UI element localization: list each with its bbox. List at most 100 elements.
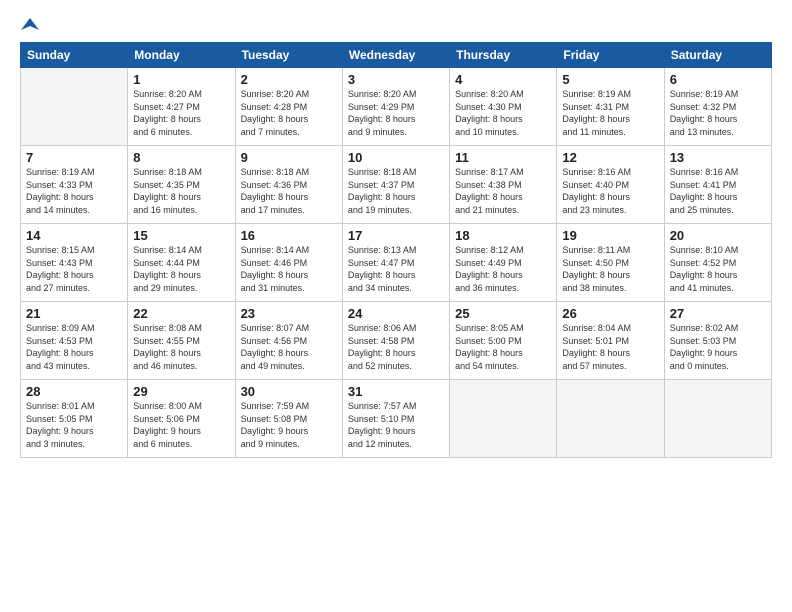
day-of-week-header: Monday bbox=[128, 43, 235, 68]
day-number: 16 bbox=[241, 228, 337, 243]
day-number: 23 bbox=[241, 306, 337, 321]
day-number: 14 bbox=[26, 228, 122, 243]
calendar-day-cell: 14Sunrise: 8:15 AM Sunset: 4:43 PM Dayli… bbox=[21, 224, 128, 302]
day-number: 21 bbox=[26, 306, 122, 321]
day-info: Sunrise: 8:09 AM Sunset: 4:53 PM Dayligh… bbox=[26, 322, 122, 372]
calendar-day-cell: 9Sunrise: 8:18 AM Sunset: 4:36 PM Daylig… bbox=[235, 146, 342, 224]
calendar-day-cell: 1Sunrise: 8:20 AM Sunset: 4:27 PM Daylig… bbox=[128, 68, 235, 146]
calendar-day-cell: 31Sunrise: 7:57 AM Sunset: 5:10 PM Dayli… bbox=[342, 380, 449, 458]
page: SundayMondayTuesdayWednesdayThursdayFrid… bbox=[0, 0, 792, 468]
calendar-day-cell: 12Sunrise: 8:16 AM Sunset: 4:40 PM Dayli… bbox=[557, 146, 664, 224]
day-number: 1 bbox=[133, 72, 229, 87]
calendar-day-cell: 5Sunrise: 8:19 AM Sunset: 4:31 PM Daylig… bbox=[557, 68, 664, 146]
calendar-day-cell: 8Sunrise: 8:18 AM Sunset: 4:35 PM Daylig… bbox=[128, 146, 235, 224]
day-number: 2 bbox=[241, 72, 337, 87]
day-number: 30 bbox=[241, 384, 337, 399]
logo-bird-icon bbox=[21, 16, 39, 34]
calendar-day-cell: 28Sunrise: 8:01 AM Sunset: 5:05 PM Dayli… bbox=[21, 380, 128, 458]
day-info: Sunrise: 8:05 AM Sunset: 5:00 PM Dayligh… bbox=[455, 322, 551, 372]
calendar-week-row: 21Sunrise: 8:09 AM Sunset: 4:53 PM Dayli… bbox=[21, 302, 772, 380]
day-number: 20 bbox=[670, 228, 766, 243]
day-info: Sunrise: 8:14 AM Sunset: 4:44 PM Dayligh… bbox=[133, 244, 229, 294]
calendar-day-cell: 3Sunrise: 8:20 AM Sunset: 4:29 PM Daylig… bbox=[342, 68, 449, 146]
day-number: 9 bbox=[241, 150, 337, 165]
calendar-day-cell: 25Sunrise: 8:05 AM Sunset: 5:00 PM Dayli… bbox=[450, 302, 557, 380]
calendar-day-cell: 7Sunrise: 8:19 AM Sunset: 4:33 PM Daylig… bbox=[21, 146, 128, 224]
day-number: 12 bbox=[562, 150, 658, 165]
calendar-week-row: 1Sunrise: 8:20 AM Sunset: 4:27 PM Daylig… bbox=[21, 68, 772, 146]
day-number: 29 bbox=[133, 384, 229, 399]
day-number: 31 bbox=[348, 384, 444, 399]
day-info: Sunrise: 8:13 AM Sunset: 4:47 PM Dayligh… bbox=[348, 244, 444, 294]
day-info: Sunrise: 8:19 AM Sunset: 4:31 PM Dayligh… bbox=[562, 88, 658, 138]
calendar-day-cell: 17Sunrise: 8:13 AM Sunset: 4:47 PM Dayli… bbox=[342, 224, 449, 302]
calendar-day-cell: 20Sunrise: 8:10 AM Sunset: 4:52 PM Dayli… bbox=[664, 224, 771, 302]
calendar-day-cell: 11Sunrise: 8:17 AM Sunset: 4:38 PM Dayli… bbox=[450, 146, 557, 224]
calendar-day-cell: 13Sunrise: 8:16 AM Sunset: 4:41 PM Dayli… bbox=[664, 146, 771, 224]
day-info: Sunrise: 8:12 AM Sunset: 4:49 PM Dayligh… bbox=[455, 244, 551, 294]
calendar-day-cell: 23Sunrise: 8:07 AM Sunset: 4:56 PM Dayli… bbox=[235, 302, 342, 380]
day-number: 8 bbox=[133, 150, 229, 165]
day-number: 4 bbox=[455, 72, 551, 87]
calendar-day-cell: 24Sunrise: 8:06 AM Sunset: 4:58 PM Dayli… bbox=[342, 302, 449, 380]
day-info: Sunrise: 8:16 AM Sunset: 4:41 PM Dayligh… bbox=[670, 166, 766, 216]
day-info: Sunrise: 8:06 AM Sunset: 4:58 PM Dayligh… bbox=[348, 322, 444, 372]
day-info: Sunrise: 8:11 AM Sunset: 4:50 PM Dayligh… bbox=[562, 244, 658, 294]
calendar-header-row: SundayMondayTuesdayWednesdayThursdayFrid… bbox=[21, 43, 772, 68]
day-info: Sunrise: 8:16 AM Sunset: 4:40 PM Dayligh… bbox=[562, 166, 658, 216]
calendar-day-cell: 15Sunrise: 8:14 AM Sunset: 4:44 PM Dayli… bbox=[128, 224, 235, 302]
day-of-week-header: Tuesday bbox=[235, 43, 342, 68]
calendar-day-cell: 16Sunrise: 8:14 AM Sunset: 4:46 PM Dayli… bbox=[235, 224, 342, 302]
day-number: 25 bbox=[455, 306, 551, 321]
day-number: 27 bbox=[670, 306, 766, 321]
day-of-week-header: Saturday bbox=[664, 43, 771, 68]
day-info: Sunrise: 8:07 AM Sunset: 4:56 PM Dayligh… bbox=[241, 322, 337, 372]
day-number: 6 bbox=[670, 72, 766, 87]
calendar-day-cell: 22Sunrise: 8:08 AM Sunset: 4:55 PM Dayli… bbox=[128, 302, 235, 380]
calendar-day-cell: 30Sunrise: 7:59 AM Sunset: 5:08 PM Dayli… bbox=[235, 380, 342, 458]
day-number: 7 bbox=[26, 150, 122, 165]
day-number: 26 bbox=[562, 306, 658, 321]
calendar-day-cell: 4Sunrise: 8:20 AM Sunset: 4:30 PM Daylig… bbox=[450, 68, 557, 146]
calendar-day-cell bbox=[557, 380, 664, 458]
day-info: Sunrise: 8:01 AM Sunset: 5:05 PM Dayligh… bbox=[26, 400, 122, 450]
day-info: Sunrise: 8:08 AM Sunset: 4:55 PM Dayligh… bbox=[133, 322, 229, 372]
day-number: 10 bbox=[348, 150, 444, 165]
day-info: Sunrise: 8:04 AM Sunset: 5:01 PM Dayligh… bbox=[562, 322, 658, 372]
calendar-day-cell bbox=[664, 380, 771, 458]
day-number: 24 bbox=[348, 306, 444, 321]
calendar-week-row: 7Sunrise: 8:19 AM Sunset: 4:33 PM Daylig… bbox=[21, 146, 772, 224]
logo bbox=[20, 16, 40, 34]
day-info: Sunrise: 7:57 AM Sunset: 5:10 PM Dayligh… bbox=[348, 400, 444, 450]
day-number: 5 bbox=[562, 72, 658, 87]
day-info: Sunrise: 8:18 AM Sunset: 4:36 PM Dayligh… bbox=[241, 166, 337, 216]
day-info: Sunrise: 8:14 AM Sunset: 4:46 PM Dayligh… bbox=[241, 244, 337, 294]
calendar-week-row: 28Sunrise: 8:01 AM Sunset: 5:05 PM Dayli… bbox=[21, 380, 772, 458]
day-number: 19 bbox=[562, 228, 658, 243]
calendar-day-cell: 6Sunrise: 8:19 AM Sunset: 4:32 PM Daylig… bbox=[664, 68, 771, 146]
day-number: 15 bbox=[133, 228, 229, 243]
day-of-week-header: Thursday bbox=[450, 43, 557, 68]
day-info: Sunrise: 8:02 AM Sunset: 5:03 PM Dayligh… bbox=[670, 322, 766, 372]
day-info: Sunrise: 8:17 AM Sunset: 4:38 PM Dayligh… bbox=[455, 166, 551, 216]
calendar-day-cell: 21Sunrise: 8:09 AM Sunset: 4:53 PM Dayli… bbox=[21, 302, 128, 380]
calendar-day-cell: 26Sunrise: 8:04 AM Sunset: 5:01 PM Dayli… bbox=[557, 302, 664, 380]
day-info: Sunrise: 7:59 AM Sunset: 5:08 PM Dayligh… bbox=[241, 400, 337, 450]
day-of-week-header: Sunday bbox=[21, 43, 128, 68]
calendar-day-cell: 18Sunrise: 8:12 AM Sunset: 4:49 PM Dayli… bbox=[450, 224, 557, 302]
calendar-day-cell: 10Sunrise: 8:18 AM Sunset: 4:37 PM Dayli… bbox=[342, 146, 449, 224]
day-info: Sunrise: 8:20 AM Sunset: 4:28 PM Dayligh… bbox=[241, 88, 337, 138]
calendar-table: SundayMondayTuesdayWednesdayThursdayFrid… bbox=[20, 42, 772, 458]
day-info: Sunrise: 8:19 AM Sunset: 4:33 PM Dayligh… bbox=[26, 166, 122, 216]
day-number: 18 bbox=[455, 228, 551, 243]
day-number: 17 bbox=[348, 228, 444, 243]
calendar-day-cell: 27Sunrise: 8:02 AM Sunset: 5:03 PM Dayli… bbox=[664, 302, 771, 380]
day-info: Sunrise: 8:20 AM Sunset: 4:29 PM Dayligh… bbox=[348, 88, 444, 138]
day-of-week-header: Wednesday bbox=[342, 43, 449, 68]
calendar-day-cell: 29Sunrise: 8:00 AM Sunset: 5:06 PM Dayli… bbox=[128, 380, 235, 458]
day-number: 13 bbox=[670, 150, 766, 165]
day-of-week-header: Friday bbox=[557, 43, 664, 68]
calendar-day-cell bbox=[21, 68, 128, 146]
calendar-day-cell bbox=[450, 380, 557, 458]
day-number: 28 bbox=[26, 384, 122, 399]
